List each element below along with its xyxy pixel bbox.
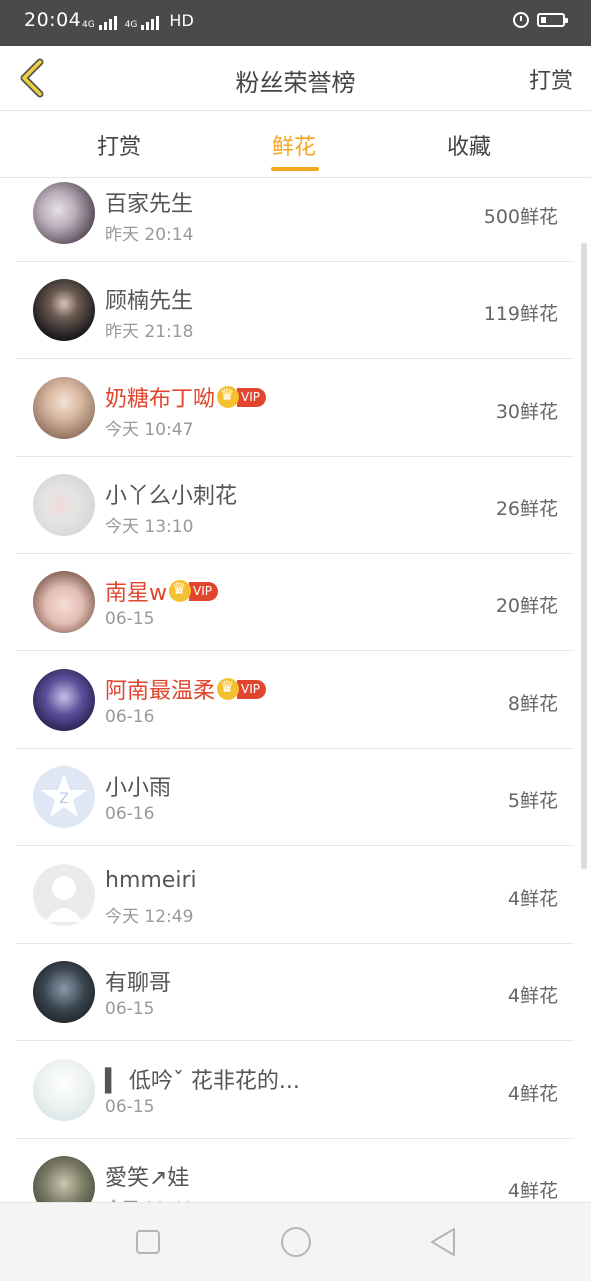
fan-name: 小小雨 [105,776,172,801]
flower-count: 4鲜花 [507,1180,558,1202]
fan-name: 顾楠先生 [105,289,194,314]
crown-icon [217,677,240,700]
list-item[interactable]: 奶糖布丁呦 VIP 今天 10:47 30鲜花 [0,360,591,457]
fan-time: 今天 12:49 [105,907,194,927]
flower-count: 30鲜花 [495,401,558,423]
avatar [33,182,95,244]
default-qq-avatar-icon: Z [41,774,87,817]
avatar [33,669,95,731]
flower-count: 4鲜花 [507,888,558,910]
circle-icon [281,1227,311,1257]
fan-time: 06-15 [105,999,155,1019]
recent-apps-button[interactable] [135,1229,161,1259]
vip-badge: VIP [189,581,218,601]
flower-count: 26鲜花 [495,498,558,520]
fan-time: 06-16 [105,804,155,824]
divider [16,1040,574,1041]
fan-time: 06-16 [105,707,155,727]
list-item[interactable]: 有聊哥 06-15 4鲜花 [0,944,591,1041]
list-item[interactable]: hmmeiri 今天 12:49 4鲜花 [0,847,591,944]
list-item[interactable]: Z 小小雨 06-16 5鲜花 [0,749,591,846]
home-button[interactable] [280,1226,312,1262]
tab-reward[interactable]: 打赏 [97,129,141,161]
crown-icon [217,385,240,408]
list-item[interactable]: 愛笑↗娃 今天 12:49 4鲜花 [0,1139,591,1202]
signal-icon: 4G [82,16,117,30]
signal-indicators: 4G 4G HD [82,11,194,30]
fan-time: 今天 12:49 [105,1194,193,1202]
system-nav-bar [0,1202,591,1281]
fan-name: ▍ 低吟ˇ 花非花的... [105,1069,300,1094]
flower-count: 4鲜花 [507,1083,558,1105]
fan-list[interactable]: 百家先生 昨天 20:14 500鲜花 顾楠先生 昨天 21:18 119鲜花 … [0,178,591,1202]
alarm-icon [513,12,529,28]
fan-time: 今天 13:10 [105,517,194,537]
avatar: Z [33,766,95,828]
flower-count: 119鲜花 [483,303,558,325]
fan-name: hmmeiri [105,868,197,893]
scrollbar[interactable] [581,243,587,869]
page-title: 粉丝荣誉榜 [235,69,356,97]
avatar [33,474,95,536]
battery-icon [537,13,568,27]
fan-time: 昨天 21:18 [105,322,194,342]
default-user-icon [45,876,83,922]
fan-name: 有聊哥 [105,971,172,996]
status-bar: 20:04 4G 4G HD [0,0,591,46]
flower-count: 20鲜花 [495,595,558,617]
square-icon [136,1230,160,1254]
triangle-back-icon [431,1228,455,1256]
list-item[interactable]: 阿南最温柔 VIP 06-16 8鲜花 [0,652,591,749]
fan-time: 昨天 20:14 [105,225,194,245]
flower-count: 5鲜花 [507,790,558,812]
avatar [33,377,95,439]
fan-name: 南星w [105,581,167,606]
list-item[interactable]: 顾楠先生 昨天 21:18 119鲜花 [0,262,591,359]
list-item[interactable]: 南星w VIP 06-15 20鲜花 [0,554,591,651]
divider [16,845,574,846]
flower-count: 4鲜花 [507,985,558,1007]
crown-icon [169,579,191,602]
flower-count: 8鲜花 [507,693,558,715]
fan-time: 06-15 [105,609,155,629]
avatar [33,571,95,633]
fan-name: 愛笑↗娃 [105,1166,190,1191]
fan-name: 小丫么小刺花 [105,484,238,509]
active-tab-indicator [271,167,319,171]
flower-count: 500鲜花 [483,206,558,228]
avatar [33,961,95,1023]
svg-text:Z: Z [59,791,69,807]
avatar [33,864,95,926]
fan-name: 奶糖布丁呦 [105,387,216,412]
back-nav-button[interactable] [429,1227,457,1261]
divider [16,358,574,359]
tab-flowers[interactable]: 鲜花 [272,129,316,161]
list-item[interactable]: 百家先生 昨天 20:14 500鲜花 [0,178,591,262]
signal-icon: 4G [125,16,160,30]
list-item[interactable]: ▍ 低吟ˇ 花非花的... 06-15 4鲜花 [0,1042,591,1139]
divider [16,650,574,651]
avatar [33,1156,95,1202]
list-item[interactable]: 小丫么小刺花 今天 13:10 26鲜花 [0,457,591,554]
reward-button[interactable]: 打赏 [529,63,573,95]
tab-favorites[interactable]: 收藏 [447,129,491,161]
fan-time: 今天 10:47 [105,420,194,440]
fan-name: 阿南最温柔 [105,679,216,704]
vip-badge: VIP [237,387,266,407]
hd-indicator: HD [169,11,194,30]
fan-time: 06-15 [105,1097,155,1117]
fan-name: 百家先生 [105,192,194,217]
avatar [33,279,95,341]
status-time: 20:04 [24,9,82,31]
nav-bar: 粉丝荣誉榜 打赏 [0,46,591,111]
vip-badge: VIP [237,679,266,699]
avatar [33,1059,95,1121]
tab-bar: 打赏 鲜花 收藏 [0,111,591,178]
